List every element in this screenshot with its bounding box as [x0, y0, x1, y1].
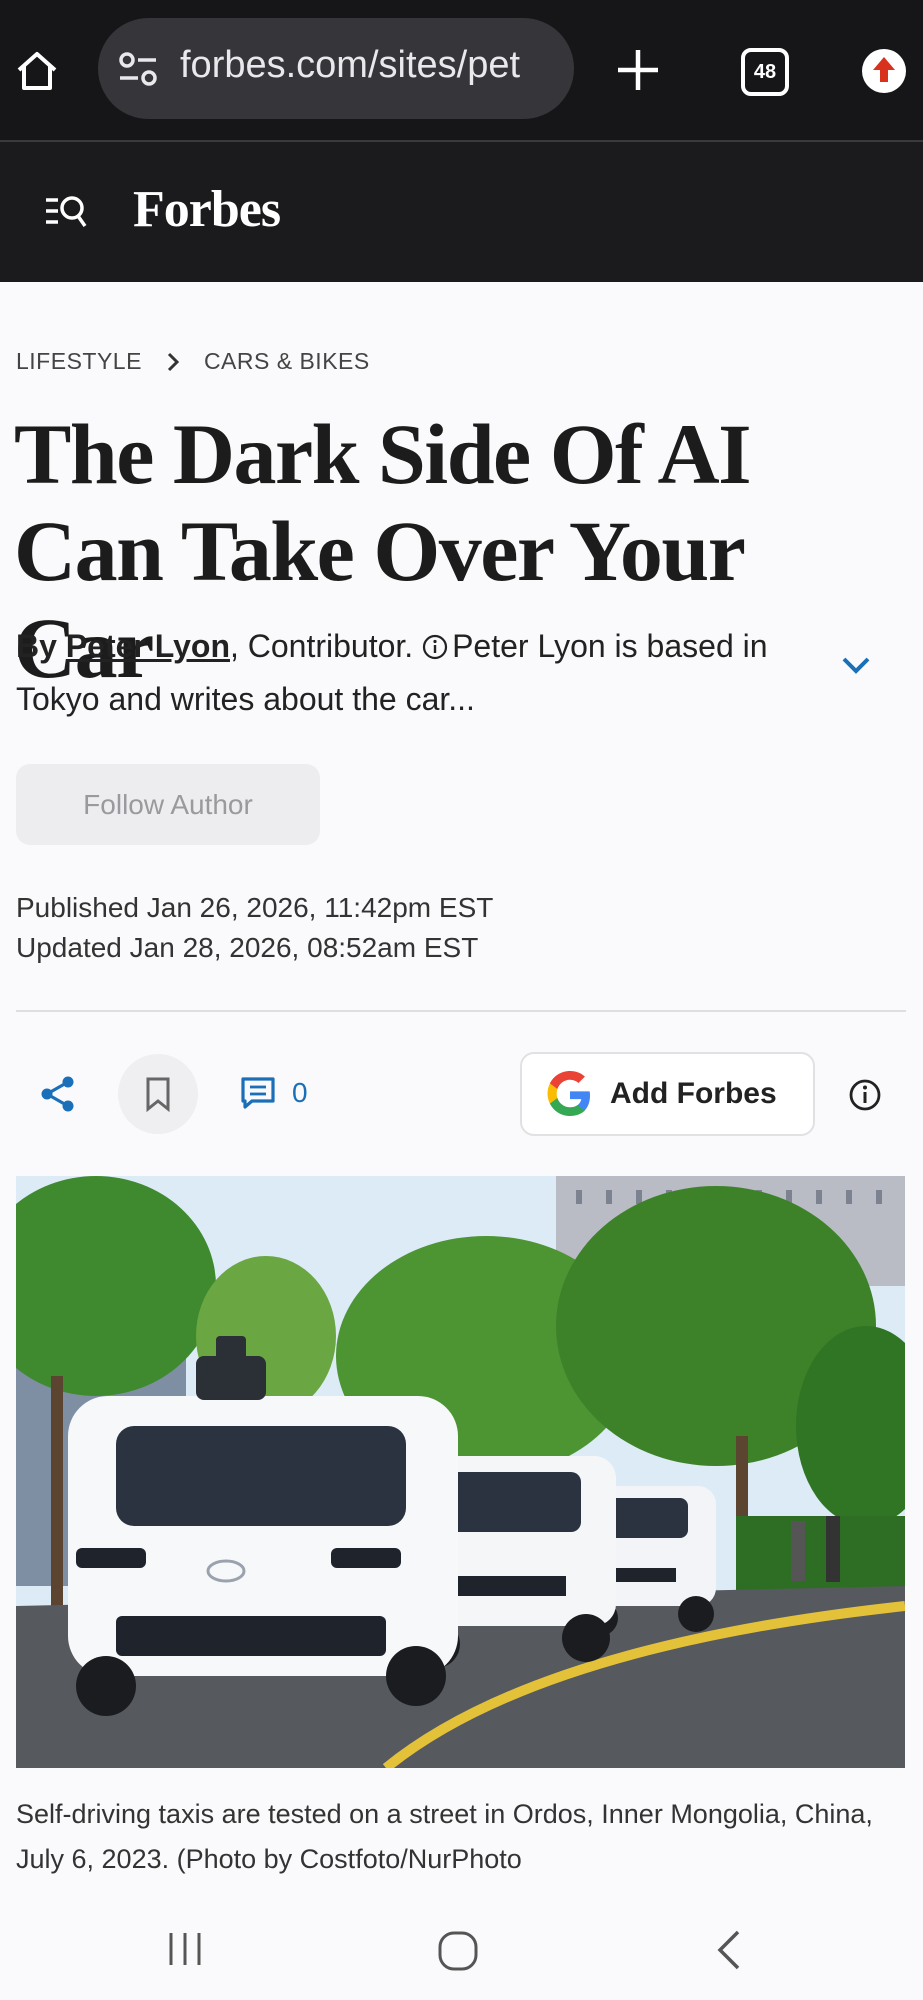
info-icon: [422, 623, 448, 660]
tab-switcher-icon[interactable]: 48: [741, 48, 789, 96]
published-date: Published Jan 26, 2026, 11:42pm EST: [16, 892, 494, 923]
article-photo[interactable]: [16, 1176, 905, 1768]
address-bar[interactable]: forbes.com/sites/pet: [98, 18, 574, 119]
byline-by: By: [16, 628, 57, 664]
breadcrumb-cars-bikes[interactable]: CARS & BIKES: [204, 348, 370, 375]
recent-apps-icon[interactable]: [165, 1929, 205, 1969]
author-role: , Contributor.: [229, 628, 414, 664]
add-forbes-button[interactable]: Add Forbes: [520, 1052, 815, 1136]
browser-toolbar: forbes.com/sites/pet 48: [0, 0, 923, 140]
divider: [16, 1010, 906, 1012]
home-icon[interactable]: [14, 48, 60, 94]
comment-icon: [241, 1077, 275, 1109]
article-dates: Published Jan 26, 2026, 11:42pm EST Upda…: [16, 888, 493, 968]
back-icon[interactable]: [712, 1927, 746, 1973]
plus-icon[interactable]: [614, 46, 662, 94]
breadcrumb: LIFESTYLE CARS & BIKES: [16, 348, 370, 375]
home-nav-icon[interactable]: [436, 1929, 480, 1973]
author-link[interactable]: Peter Lyon: [66, 628, 230, 664]
site-header: Forbes: [0, 140, 923, 282]
breadcrumb-lifestyle[interactable]: LIFESTYLE: [16, 348, 142, 375]
arrow-up-circle-icon[interactable]: [862, 49, 906, 93]
comment-count: 0: [292, 1077, 308, 1108]
system-nav-bar: [0, 1905, 923, 2000]
add-forbes-label: Add Forbes: [610, 1077, 777, 1110]
chevron-right-icon: [166, 351, 180, 373]
comments-button[interactable]: 0: [240, 1076, 308, 1110]
menu-search-icon[interactable]: [44, 192, 88, 232]
forbes-logo[interactable]: Forbes: [133, 180, 281, 239]
url-text[interactable]: forbes.com/sites/pet: [180, 44, 560, 87]
updated-date: Updated Jan 28, 2026, 08:52am EST: [16, 932, 479, 963]
chevron-down-icon[interactable]: [840, 655, 872, 677]
photo-caption: Self-driving taxis are tested on a stree…: [16, 1799, 873, 1874]
info-icon[interactable]: [848, 1078, 882, 1112]
bookmark-button[interactable]: [118, 1054, 198, 1134]
google-logo-icon: [546, 1071, 594, 1119]
byline: By Peter Lyon, Contributor. Peter Lyon i…: [16, 620, 796, 726]
follow-author-button[interactable]: Follow Author: [16, 764, 320, 845]
bookmark-icon: [146, 1077, 170, 1112]
tune-icon[interactable]: [118, 51, 158, 87]
share-icon[interactable]: [38, 1074, 78, 1114]
